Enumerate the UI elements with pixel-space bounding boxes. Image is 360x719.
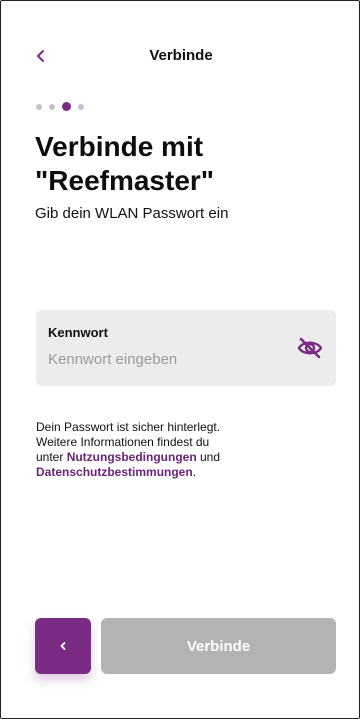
privacy-info: Dein Passwort ist sicher hinterlegt. Wei… (36, 420, 326, 480)
step-dot (36, 103, 42, 110)
step-dot (49, 103, 55, 110)
info-line-1: Dein Passwort ist sicher hinterlegt. (36, 420, 221, 434)
info-line-2: Weitere Informationen findest du (36, 435, 210, 449)
page-title: Verbinde (149, 47, 213, 64)
info-line-3-prefix: unter (36, 450, 67, 464)
password-field[interactable]: Kennwort (36, 310, 336, 386)
headline-line-2: "Reefmaster" (35, 165, 215, 196)
info-and: und (196, 450, 221, 464)
privacy-link[interactable]: Datenschutzbestimmungen (36, 465, 193, 479)
chevron-left-icon (60, 642, 66, 650)
top-bar: Verbinde (1, 1, 360, 101)
step-dot-active (62, 102, 71, 111)
eye-off-icon[interactable] (296, 334, 324, 362)
previous-step-button[interactable] (35, 618, 91, 674)
password-label: Kennwort (48, 325, 108, 340)
step-indicator (36, 102, 84, 111)
headline-line-1: Verbinde mit (35, 131, 204, 162)
info-end: . (192, 465, 197, 479)
connect-button[interactable]: Verbinde (101, 618, 336, 674)
password-input[interactable] (48, 346, 278, 372)
terms-link[interactable]: Nutzungsbedingungen (67, 450, 197, 464)
subline: Gib dein WLAN Passwort ein (35, 205, 229, 222)
screen-frame: Verbinde Verbinde mit "Reefmaster" Gib d… (0, 0, 360, 719)
step-dot (78, 103, 84, 110)
headline: Verbinde mit "Reefmaster" (35, 130, 214, 198)
